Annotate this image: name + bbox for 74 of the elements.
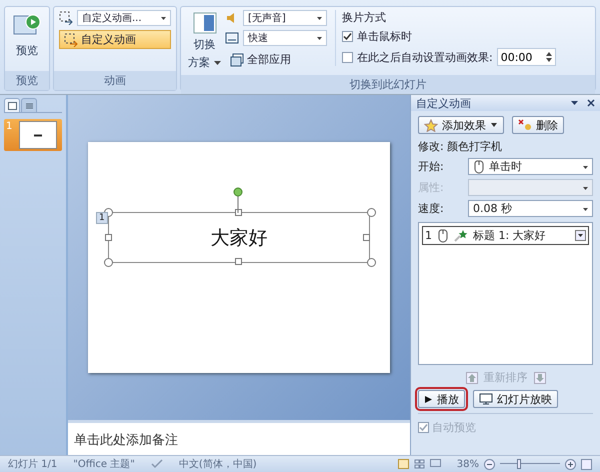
zoom-level: 38% xyxy=(456,458,479,470)
star-icon xyxy=(454,229,468,242)
spell-check-icon xyxy=(150,459,163,469)
play-button[interactable]: 播放 xyxy=(418,390,465,408)
effect-item[interactable]: 1 标题 1: 大家好 xyxy=(422,226,589,245)
checkbox[interactable] xyxy=(342,52,353,62)
checkbox-label: 单击鼠标时 xyxy=(357,29,412,44)
fit-window-icon[interactable] xyxy=(581,458,592,470)
theme-name: "Office 主题" xyxy=(73,458,135,471)
apply-all-button[interactable]: 全部应用 xyxy=(225,50,327,69)
group-label: 动画 xyxy=(54,71,176,90)
remove-button[interactable]: 删除 xyxy=(512,116,564,134)
zoom-in-icon[interactable] xyxy=(565,458,576,470)
resize-handle[interactable] xyxy=(235,258,242,265)
animation-icon xyxy=(59,11,73,25)
slideshow-icon xyxy=(479,393,493,405)
start-dropdown[interactable]: 单击时 xyxy=(468,158,593,175)
option-dropdown[interactable]: 0.08 秒 xyxy=(468,200,593,217)
custom-animation-button[interactable]: 自定义动画 xyxy=(59,30,171,49)
notes-field[interactable]: 单击此处添加备注 xyxy=(68,420,410,455)
play-icon xyxy=(424,394,433,404)
reorder-label: 重新排序 xyxy=(484,370,528,385)
close-icon[interactable] xyxy=(587,99,595,107)
star-icon xyxy=(424,118,438,132)
slide-number: 1 xyxy=(6,121,14,134)
slides-tab[interactable] xyxy=(4,98,20,112)
slideshow-button[interactable]: 幻灯片放映 xyxy=(473,390,558,408)
outline-icon xyxy=(24,102,34,110)
group-label: 预览 xyxy=(5,71,49,90)
outline-tab[interactable] xyxy=(21,98,37,112)
slide-title: 大家好 xyxy=(210,226,268,250)
resize-handle[interactable] xyxy=(367,258,376,267)
speed-icon xyxy=(225,31,239,45)
pane-title: 自定义动画 xyxy=(416,96,471,110)
add-effect-button[interactable]: 添加效果 xyxy=(418,116,504,134)
dropdown-arrow-icon xyxy=(490,121,498,129)
checkbox-label: 在此之后自动设置动画效果: xyxy=(357,50,493,64)
field-label: 速度: xyxy=(418,201,445,216)
transition-icon xyxy=(192,12,216,34)
modify-label: 修改: 颜色打字机 xyxy=(418,139,504,154)
slide-icon xyxy=(8,102,16,110)
slide-preview-drawing xyxy=(34,134,42,136)
slide-counter: 幻灯片 1/1 xyxy=(8,458,58,471)
dropdown-arrow-icon xyxy=(214,60,221,66)
zoom-out-icon[interactable] xyxy=(484,458,495,470)
group-label: 切换到此幻灯片 xyxy=(181,75,595,94)
mouse-icon xyxy=(437,228,449,242)
field-label: 开始: xyxy=(418,159,445,174)
resize-handle[interactable] xyxy=(363,234,370,241)
checkbox-label: 自动预览 xyxy=(432,420,476,435)
mouse-icon xyxy=(473,160,485,174)
slider-thumb[interactable] xyxy=(516,459,521,469)
sound-dropdown[interactable]: [无声音] xyxy=(243,10,327,26)
resize-handle[interactable] xyxy=(104,258,113,267)
transition-scheme-button[interactable]: 切换 方案 xyxy=(186,10,223,72)
resize-handle[interactable] xyxy=(367,208,376,217)
normal-view-icon[interactable] xyxy=(398,459,409,469)
language-label: 中文(简体，中国) xyxy=(178,458,257,471)
animation-dropdown[interactable]: 自定义动画... xyxy=(77,10,171,26)
rotation-handle[interactable] xyxy=(233,187,243,213)
dropdown-arrow-icon[interactable] xyxy=(570,99,579,107)
checkbox[interactable] xyxy=(342,31,353,42)
apply-all-icon xyxy=(230,52,244,66)
resize-handle[interactable] xyxy=(235,209,242,216)
autopreview-checkbox[interactable] xyxy=(418,422,429,433)
sorter-view-icon[interactable] xyxy=(414,459,425,469)
resize-handle[interactable] xyxy=(105,234,112,241)
animation-tag: 1 xyxy=(96,212,108,224)
remove-effect-icon xyxy=(518,119,532,131)
slideshow-view-icon[interactable] xyxy=(430,459,441,469)
speed-dropdown[interactable]: 快速 xyxy=(243,30,327,46)
section-title: 换片方式 xyxy=(342,10,387,25)
preview-button[interactable]: 预览 xyxy=(10,10,44,60)
animation-icon xyxy=(64,32,78,46)
